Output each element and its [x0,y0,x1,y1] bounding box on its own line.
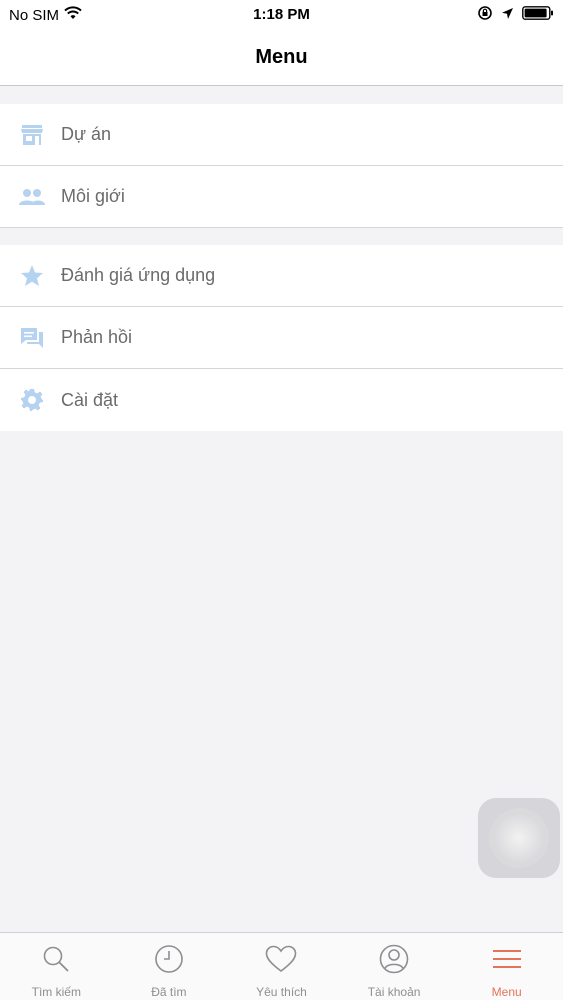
menu-section-1: Dự án Môi giới [0,104,563,228]
tab-label: Tìm kiếm [31,985,81,999]
tab-bar: Tìm kiếm Đã tìm Yêu thích Tài khoản Menu [0,932,563,1000]
feedback-icon [19,325,45,351]
app-screen: No SIM 1:18 PM Menu Dự án Môi giới Đánh … [0,0,563,1000]
menu-item-label: Phản hồi [61,327,133,347]
gear-icon [19,387,45,413]
navigation-bar: Menu [0,30,563,86]
location-icon [501,7,514,24]
menu-icon [491,943,523,975]
menu-item-label: Cài đặt [61,389,119,410]
status-bar: No SIM 1:18 PM [0,0,563,30]
menu-item-moi-gioi[interactable]: Môi giới [0,166,563,228]
menu-item-label: Môi giới [61,186,125,206]
tab-tim-kiem[interactable]: Tìm kiếm [0,933,113,1000]
tab-tai-khoan[interactable]: Tài khoản [338,933,451,1000]
tab-label: Yêu thích [256,985,307,999]
assistive-touch-icon [495,814,543,862]
tab-da-tim[interactable]: Đã tìm [113,933,226,1000]
heart-icon [265,943,297,975]
menu-item-danh-gia[interactable]: Đánh giá ứng dụng [0,245,563,307]
menu-item-cai-dat[interactable]: Cài đặt [0,369,563,431]
store-icon [19,122,45,148]
menu-section-2: Đánh giá ứng dụng Phản hồi Cài đặt [0,245,563,431]
user-icon [378,943,410,975]
battery-icon [522,6,554,24]
menu-item-du-an[interactable]: Dự án [0,104,563,166]
menu-item-label: Dự án [61,124,112,144]
orientation-lock-icon [477,5,493,25]
page-title: Menu [255,46,308,68]
people-icon [19,184,45,210]
tab-menu[interactable]: Menu [450,933,563,1000]
menu-item-phan-hoi[interactable]: Phản hồi [0,307,563,369]
search-icon [40,943,72,975]
star-icon [19,263,45,289]
status-right [477,5,554,25]
tab-yeu-thich[interactable]: Yêu thích [225,933,338,1000]
tab-label: Tài khoản [367,985,421,999]
menu-item-label: Đánh giá ứng dụng [61,265,216,285]
tab-label: Menu [491,985,522,999]
tab-label: Đã tìm [151,985,187,999]
clock-icon [153,943,185,975]
assistive-touch-button[interactable] [478,798,560,878]
